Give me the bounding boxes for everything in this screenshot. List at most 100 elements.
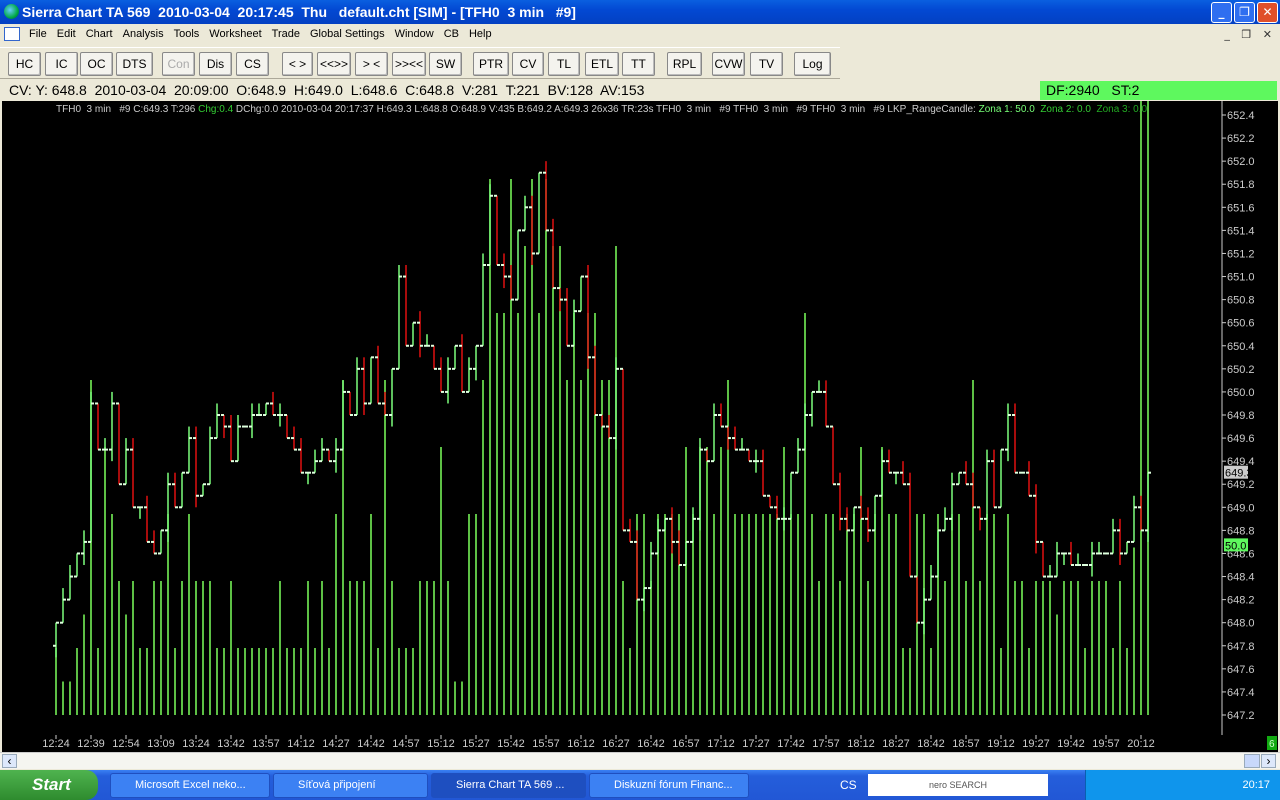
scroll-right-button[interactable]: › [1261,754,1276,768]
y-tick-label: 649.6 [1227,433,1255,445]
scroll-thumb[interactable] [1244,754,1260,768]
menu-global-settings[interactable]: Global Settings [305,24,390,45]
y-tick-label: 649.8 [1227,410,1255,422]
zona-marker: 50.0 [1225,540,1246,552]
toolbar-button-12[interactable]: PTR [473,52,509,76]
toolbar-button-15[interactable]: ETL [585,52,619,76]
y-tick-label: 650.6 [1227,318,1255,330]
toolbar-button-9[interactable]: > < [355,52,388,76]
toolbar-button-7[interactable]: < > [282,52,313,76]
header-info-2: DChg:0.0 2010-03-04 20:17:37 H:649.3 L:6… [233,104,979,115]
language-indicator[interactable]: CS [840,770,857,800]
price-chart: 647.2647.4647.6647.8648.0648.2648.4648.6… [42,101,1277,750]
x-tick-label: 17:12 [707,738,735,750]
x-tick-label: 14:57 [392,738,420,750]
task-excel[interactable]: Microsoft Excel neko... [110,773,270,798]
toolbar-button-3[interactable]: DTS [116,52,153,76]
nero-search-box[interactable]: nero SEARCH [868,774,1048,796]
y-tick-label: 652.0 [1227,156,1255,168]
y-tick-label: 650.0 [1227,387,1255,399]
x-tick-label: 15:42 [497,738,525,750]
chart-area[interactable]: 647.2 647.4 647.6 647.8 648.0 648.2 648.4 648.6… [2,101,1278,752]
x-tick-label: 14:12 [287,738,315,750]
x-tick-label: 16:27 [602,738,630,750]
minimize-button[interactable]: _ [1211,2,1232,23]
y-tick-label: 647.6 [1227,664,1255,676]
x-tick-label: 20:12 [1127,738,1155,750]
scroll-left-button[interactable]: ‹ [2,754,17,768]
y-tick-label: 650.2 [1227,364,1255,376]
x-tick-label: 15:27 [462,738,490,750]
y-tick-label: 652.2 [1227,133,1255,145]
app-globe-icon [4,4,19,19]
toolbar-button-8[interactable]: <<>> [317,52,351,76]
x-tick-label: 16:42 [637,738,665,750]
menu-file[interactable]: File [24,24,52,45]
restore-button[interactable]: ❐ [1234,2,1255,23]
toolbar: HC IC OC DTS Con Dis CS < > <<>> > < >><< SW PTR CV TL… [0,47,840,79]
start-button[interactable]: Start [0,770,98,800]
task-forum[interactable]: Diskuzní fórum Financ... [589,773,749,798]
x-tick-label: 12:24 [42,738,70,750]
menu-chart[interactable]: Chart [81,24,118,45]
menu-trade[interactable]: Trade [267,24,305,45]
x-tick-label: 18:42 [917,738,945,750]
cursor-value-bar: CV: Y: 648.8 2010-03-04 20:09:00 O:648.9… [3,81,1038,100]
task-network[interactable]: Síťová připojení [273,773,428,798]
toolbar-button-17[interactable]: RPL [667,52,702,76]
toolbar-button-14[interactable]: TL [548,52,580,76]
toolbar-button-13[interactable]: CV [512,52,544,76]
y-tick-label: 648.2 [1227,595,1255,607]
x-tick-label: 13:09 [147,738,175,750]
x-tick-label: 13:24 [182,738,210,750]
toolbar-button-18[interactable]: CVW [712,52,745,76]
close-button[interactable]: ✕ [1257,2,1278,23]
toolbar-button-10[interactable]: >><< [392,52,426,76]
toolbar-button-6[interactable]: CS [236,52,269,76]
toolbar-button-2[interactable]: OC [80,52,113,76]
toolbar-button-1[interactable]: IC [45,52,78,76]
window-title: Sierra Chart TA 569 2010-03-04 20:17:45 … [22,4,576,20]
zona-2: Zona 2: 0.0 [1040,104,1091,115]
status-box: DF:2940 ST:2 [1040,81,1277,100]
y-tick-label: 649.0 [1227,502,1255,514]
menu-analysis[interactable]: Analysis [118,24,169,45]
y-tick-label: 648.4 [1227,572,1255,584]
toolbar-button-20[interactable]: Log [794,52,831,76]
x-tick-label: 18:57 [952,738,980,750]
y-tick-label: 651.8 [1227,179,1255,191]
x-tick-label: 19:12 [987,738,1015,750]
x-tick-label: 13:57 [252,738,280,750]
toolbar-button-0[interactable]: HC [8,52,41,76]
task-sierra-chart[interactable]: Sierra Chart TA 569 ... [431,773,586,798]
toolbar-button-19[interactable]: TV [750,52,783,76]
menu-tools[interactable]: Tools [169,24,205,45]
clock: 20:17 [1242,779,1270,791]
toolbar-button-5[interactable]: Dis [199,52,232,76]
horizontal-scrollbar[interactable]: ‹ › [0,752,1280,769]
y-tick-label: 648.8 [1227,525,1255,537]
y-tick-label: 652.4 [1227,110,1255,122]
title-bar: Sierra Chart TA 569 2010-03-04 20:17:45 … [0,0,1280,24]
x-tick-label: 18:27 [882,738,910,750]
header-chg: Chg:0.4 [198,104,234,115]
x-tick-label: 19:42 [1057,738,1085,750]
menu-bar: File Edit Chart Analysis Tools Worksheet Trade… [0,24,1200,45]
zona-3: Zona 3: 0.0 [1096,104,1148,115]
menu-cb[interactable]: CB [439,24,464,45]
y-tick-label: 650.4 [1227,341,1255,353]
x-tick-label: 14:27 [322,738,350,750]
x-tick-label: 14:42 [357,738,385,750]
x-tick-label: 16:12 [567,738,595,750]
mdi-controls[interactable]: _ ❐ ✕ [1224,24,1276,45]
x-tick-label: 19:57 [1092,738,1120,750]
toolbar-button-11[interactable]: SW [429,52,462,76]
system-tray: 20:17 [1085,770,1280,800]
menu-help[interactable]: Help [464,24,497,45]
toolbar-button-16[interactable]: TT [622,52,655,76]
volume-scale-label: 6 [1269,739,1275,750]
menu-edit[interactable]: Edit [52,24,81,45]
toolbar-button-4[interactable]: Con [162,52,195,76]
menu-worksheet[interactable]: Worksheet [204,24,266,45]
menu-window[interactable]: Window [390,24,439,45]
